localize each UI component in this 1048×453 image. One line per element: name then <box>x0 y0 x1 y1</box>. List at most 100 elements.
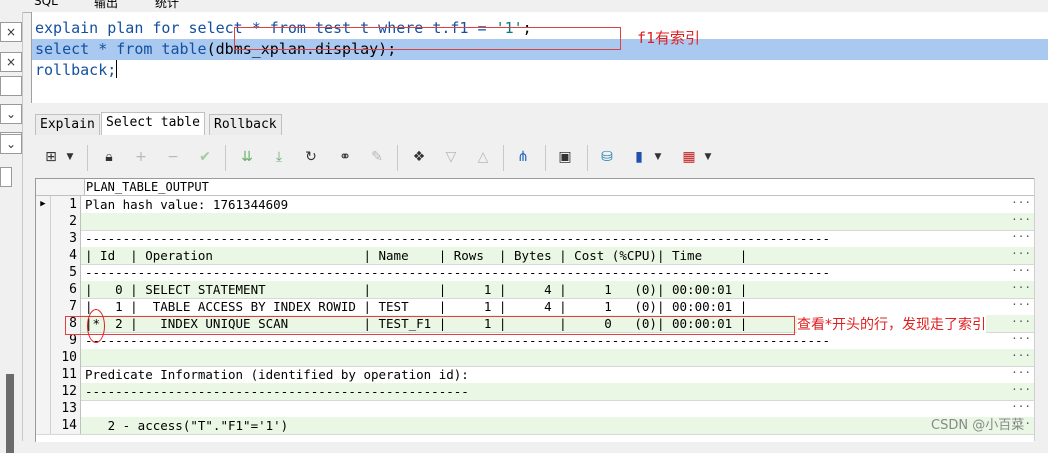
row-number: 10 <box>51 349 81 366</box>
tab-stats[interactable]: 统计 <box>155 0 179 11</box>
eraser-icon[interactable]: ✎ <box>367 147 387 167</box>
row-indicator <box>36 298 51 315</box>
row-indicator <box>36 383 51 400</box>
vertical-scrollbar[interactable] <box>1034 178 1048 441</box>
text-cursor <box>116 60 118 78</box>
cell-expand-button[interactable]: ... <box>1011 295 1031 308</box>
cell-expand-button[interactable]: ... <box>1011 244 1031 257</box>
cell-expand-button[interactable]: ... <box>1011 380 1031 393</box>
cell-expand-button[interactable]: ... <box>1011 363 1031 376</box>
grid-cell[interactable]: Predicate Information (identified by ope… <box>85 366 469 383</box>
row-indicator <box>36 332 51 349</box>
row-indicator <box>36 213 51 230</box>
save-icon[interactable]: ▣ <box>555 147 575 167</box>
table-row[interactable]: 10... <box>36 346 1034 367</box>
tab-rollback[interactable]: Rollback <box>209 114 282 135</box>
grid-cell[interactable]: | Id | Operation | Name | Rows | Bytes |… <box>85 247 747 264</box>
minus-icon[interactable]: − <box>163 147 183 167</box>
table-row[interactable]: 11 Predicate Information (identified by o… <box>36 363 1034 384</box>
annotation-label: f1有索引 <box>637 29 701 47</box>
close-icon[interactable]: × <box>0 22 22 42</box>
row-number: 13 <box>51 400 81 417</box>
grid-cell[interactable]: ----------------------------------------… <box>85 383 469 400</box>
watermark: CSDN @小百菜 <box>931 418 1025 433</box>
row-indicator <box>36 230 51 247</box>
row-indicator <box>36 366 51 383</box>
binoculars-icon[interactable]: ⚭ <box>335 147 355 167</box>
doc-icon[interactable] <box>0 167 12 187</box>
grid-icon[interactable]: ⊞ <box>41 147 61 167</box>
tab-output[interactable]: 输出 <box>94 0 118 11</box>
wizard-icon[interactable]: ❖ <box>409 147 429 167</box>
row-number: 14 <box>51 417 81 434</box>
table-row[interactable]: 4 | Id | Operation | Name | Rows | Bytes … <box>36 244 1034 265</box>
table-icon[interactable]: ▦ <box>679 147 699 167</box>
chart-icon[interactable]: ▮ <box>629 147 649 167</box>
table-row[interactable]: 3 ---------------------------------------… <box>36 227 1034 248</box>
check-icon[interactable]: ✔ <box>195 147 215 167</box>
toolbar: ⊞ ▼ 🔒︎ + − ✔ ⇊ ⤓ ↻ ⚭ ✎ ❖ ▽ △ ⋔ ▣ ⛁ ▮ ▼ ▦… <box>31 139 1048 177</box>
row-number: 7 <box>51 298 81 315</box>
network-icon[interactable]: ⋔ <box>513 147 533 167</box>
arrow-down-end-icon[interactable]: ⤓ <box>269 147 289 167</box>
row-number: 5 <box>51 264 81 281</box>
table-row[interactable]: 12 --------------------------------------… <box>36 380 1034 401</box>
circle-marker <box>87 309 105 343</box>
cell-expand-button[interactable]: ... <box>1011 312 1031 325</box>
refresh-icon[interactable]: ↻ <box>301 147 321 167</box>
table-row[interactable]: 2... <box>36 210 1034 231</box>
table-row[interactable]: 6 | 0 | SELECT STATEMENT | | 1 | 4 | 1 (0… <box>36 278 1034 299</box>
dropdown-icon[interactable]: ▼ <box>703 147 713 167</box>
table-row[interactable]: 13... <box>36 397 1034 418</box>
tab-sql[interactable]: SQL <box>34 0 58 8</box>
row-indicator <box>36 247 51 264</box>
cell-expand-button[interactable]: ... <box>1011 227 1031 240</box>
grid-cell[interactable]: Plan hash value: 1761344609 <box>85 196 288 213</box>
cell-expand-button[interactable]: ... <box>1011 261 1031 274</box>
dropdown-icon[interactable]: ▼ <box>653 147 663 167</box>
sql-editor[interactable]: explain plan for select * from test t wh… <box>31 12 1048 103</box>
row-number: 2 <box>51 213 81 230</box>
result-tabs: Explain Select table Rollback <box>31 111 1048 135</box>
cell-expand-button[interactable]: ... <box>1011 346 1031 359</box>
row-number: 6 <box>51 281 81 298</box>
grid-cell[interactable]: 2 - access("T"."F1"='1') <box>85 417 289 434</box>
triangle-up-icon[interactable]: △ <box>473 147 493 167</box>
column-header[interactable]: PLAN_TABLE_OUTPUT <box>86 180 209 194</box>
tab-explain[interactable]: Explain <box>35 114 100 135</box>
cell-expand-button[interactable]: ... <box>1011 329 1031 342</box>
scrollbar-thumb[interactable] <box>6 374 14 453</box>
row-indicator <box>36 400 51 417</box>
row-indicator <box>36 264 51 281</box>
table-row[interactable]: ▶ 1 Plan hash value: 1761344609... <box>36 193 1034 214</box>
grid-cell[interactable]: ----------------------------------------… <box>85 230 830 247</box>
cell-expand-button[interactable]: ... <box>1011 193 1031 206</box>
close-icon[interactable]: × <box>0 52 22 72</box>
row-indicator <box>36 281 51 298</box>
tab-select-table[interactable]: Select table <box>101 112 205 135</box>
table-row[interactable]: 5 ---------------------------------------… <box>36 261 1034 282</box>
grid-cell[interactable]: | 0 | SELECT STATEMENT | | 1 | 4 | 1 (0)… <box>85 281 747 298</box>
row-indicator: ▶ <box>36 196 51 213</box>
dropdown-icon[interactable]: ▼ <box>65 147 75 167</box>
panel-button[interactable] <box>0 76 22 96</box>
cell-expand-button[interactable]: ... <box>1011 278 1031 291</box>
row-number: 1 <box>51 196 81 213</box>
grid-cell[interactable]: | 1 | TABLE ACCESS BY INDEX ROWID | TEST… <box>85 298 747 315</box>
grid-cell[interactable]: ----------------------------------------… <box>85 264 830 281</box>
result-grid[interactable]: PLAN_TABLE_OUTPUT ▶ 1 Plan hash value: 176… <box>35 178 1034 442</box>
triangle-down-icon[interactable]: ▽ <box>441 147 461 167</box>
chevron-down-icon[interactable]: ⌄ <box>0 134 22 154</box>
plus-icon[interactable]: + <box>131 147 151 167</box>
row-number: 3 <box>51 230 81 247</box>
row-indicator <box>36 315 51 332</box>
table-row[interactable]: 14 2 - access("T"."F1"='1')... <box>36 414 1034 435</box>
cell-expand-button[interactable]: ... <box>1011 397 1031 410</box>
db-icon[interactable]: ⛁ <box>597 147 617 167</box>
arrow-down-double-icon[interactable]: ⇊ <box>237 147 257 167</box>
lock-icon[interactable]: 🔒︎ <box>99 147 119 167</box>
highlight-box <box>234 27 621 50</box>
grid-header: PLAN_TABLE_OUTPUT <box>36 179 1034 196</box>
chevron-down-icon[interactable]: ⌄ <box>0 104 22 124</box>
cell-expand-button[interactable]: ... <box>1011 210 1031 223</box>
